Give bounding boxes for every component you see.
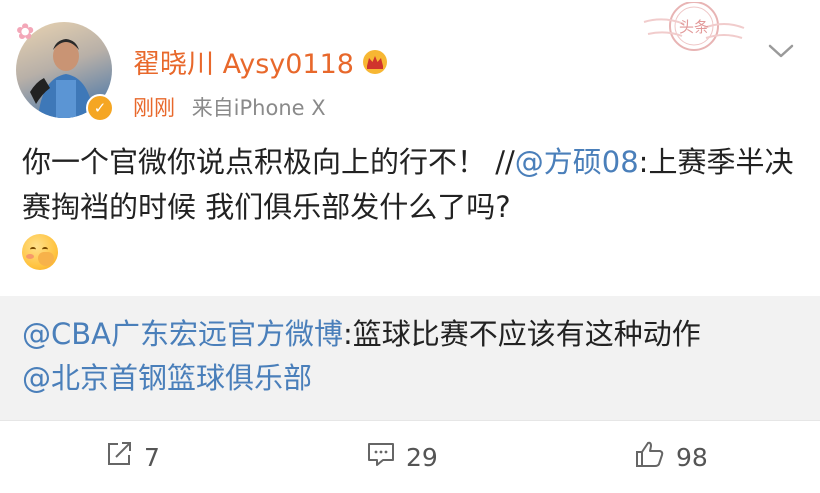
comment-count: 29 — [406, 442, 438, 472]
comment-button[interactable]: 29 — [366, 437, 438, 477]
mention-link[interactable]: @方硕08 — [515, 145, 639, 179]
repost-count: 7 — [144, 442, 160, 472]
smiley-emoji-icon — [22, 234, 58, 270]
post-header: ✿ ✓ 翟晓川 Aysy0118 刚刚 来自iPhone X 头条 — [0, 0, 820, 140]
repost-mention-beijing[interactable]: @北京首钢篮球俱乐部 — [22, 361, 312, 395]
verified-badge-icon: ✓ — [86, 94, 114, 122]
post-time: 刚刚 — [133, 96, 175, 120]
post-source: 来自iPhone X — [191, 96, 326, 120]
username-text[interactable]: 翟晓川 Aysy0118 — [133, 49, 354, 80]
flower-decoration-icon: ✿ — [16, 20, 35, 45]
post-meta: 刚刚 来自iPhone X — [133, 92, 326, 122]
avatar[interactable]: ✿ ✓ — [16, 20, 114, 122]
like-count: 98 — [676, 442, 708, 472]
action-toolbar: 7 29 98 — [0, 420, 820, 493]
repost-button[interactable]: 7 — [104, 437, 160, 477]
repost-text: :篮球比赛不应该有这种动作 — [342, 317, 701, 351]
like-button[interactable]: 98 — [634, 437, 708, 477]
chevron-down-icon[interactable] — [766, 40, 796, 62]
stamp-text: 头条 — [679, 18, 709, 36]
comment-icon — [366, 439, 406, 475]
content-text: 你一个官微你说点积极向上的行不！ // — [22, 145, 515, 179]
like-icon — [634, 439, 676, 475]
stamp-icon: 头条 — [640, 1, 748, 58]
repost-mention-guangdong[interactable]: @CBA广东宏远官方微博 — [22, 317, 343, 351]
repost-icon — [104, 439, 144, 475]
repost-text-block: @CBA广东宏远官方微博:篮球比赛不应该有这种动作 @北京首钢篮球俱乐部 — [22, 312, 802, 400]
weibo-post: ✿ ✓ 翟晓川 Aysy0118 刚刚 来自iPhone X 头条 你一个官微你… — [0, 0, 820, 420]
username[interactable]: 翟晓川 Aysy0118 — [133, 42, 390, 82]
reposted-content[interactable]: @CBA广东宏远官方微博:篮球比赛不应该有这种动作 @北京首钢篮球俱乐部 — [0, 296, 820, 420]
crown-icon — [360, 49, 390, 82]
post-content: 你一个官微你说点积极向上的行不！ //@方硕08:上赛季半决赛掏裆的时候 我们俱… — [22, 140, 798, 283]
